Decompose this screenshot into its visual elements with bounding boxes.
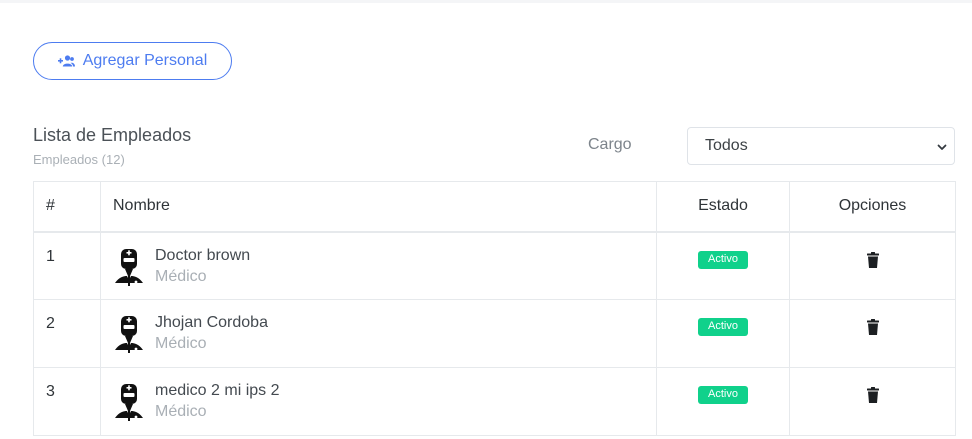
user-plus-icon	[57, 55, 75, 67]
employee-name: Jhojan Cordoba	[155, 314, 268, 331]
cargo-filter-select[interactable]: Todos	[687, 127, 955, 165]
table-header-row: # Nombre Estado Opciones	[33, 181, 956, 233]
status-badge: Activo	[698, 386, 748, 404]
list-title: Lista de Empleados	[33, 125, 192, 145]
row-name-cell: Doctor brown Médico	[100, 231, 657, 300]
employee-role: Médico	[155, 403, 207, 420]
row-number: 1	[33, 231, 101, 300]
row-status-cell: Activo	[656, 231, 790, 300]
doctor-icon	[113, 316, 145, 359]
row-name-cell: Jhojan Cordoba Médico	[100, 299, 657, 368]
table-row: 2 Jhojan Cordoba Médico Activo	[33, 299, 956, 368]
status-badge: Activo	[698, 250, 748, 269]
header-name: Nombre	[100, 181, 657, 233]
header-number: #	[33, 181, 101, 233]
list-subtitle: Empleados (12)	[33, 152, 125, 167]
employee-role: Médico	[155, 267, 207, 285]
row-options-cell	[789, 231, 956, 300]
table-row: 3 medico 2 mi ips 2 Médico Activo	[33, 367, 956, 436]
row-options-cell	[789, 367, 956, 436]
header-options: Opciones	[789, 181, 956, 233]
row-options-cell	[789, 299, 956, 368]
employee-name: Doctor brown	[155, 246, 251, 264]
add-staff-button[interactable]: Agregar Personal	[33, 42, 232, 80]
cargo-filter-value: Todos	[705, 137, 748, 154]
row-status-cell: Activo	[656, 299, 790, 368]
status-badge: Activo	[698, 318, 748, 336]
add-staff-label: Agregar Personal	[82, 52, 208, 69]
header-status: Estado	[656, 181, 790, 233]
trash-icon[interactable]	[866, 251, 879, 273]
row-number: 2	[33, 299, 101, 368]
employees-table: # Nombre Estado Opciones 1 Doctor brown …	[33, 181, 956, 436]
trash-icon[interactable]	[866, 319, 879, 340]
chevron-down-icon	[936, 140, 948, 158]
employee-name: medico 2 mi ips 2	[155, 382, 280, 399]
doctor-icon	[113, 248, 145, 292]
row-number: 3	[33, 367, 101, 436]
cargo-filter-label: Cargo	[588, 136, 632, 153]
table-row: 1 Doctor brown Médico Activo	[33, 231, 956, 300]
row-name-cell: medico 2 mi ips 2 Médico	[100, 367, 657, 436]
doctor-icon	[113, 384, 145, 427]
row-status-cell: Activo	[656, 367, 790, 436]
trash-icon[interactable]	[866, 387, 879, 408]
employee-role: Médico	[155, 335, 207, 352]
top-divider	[0, 0, 972, 3]
